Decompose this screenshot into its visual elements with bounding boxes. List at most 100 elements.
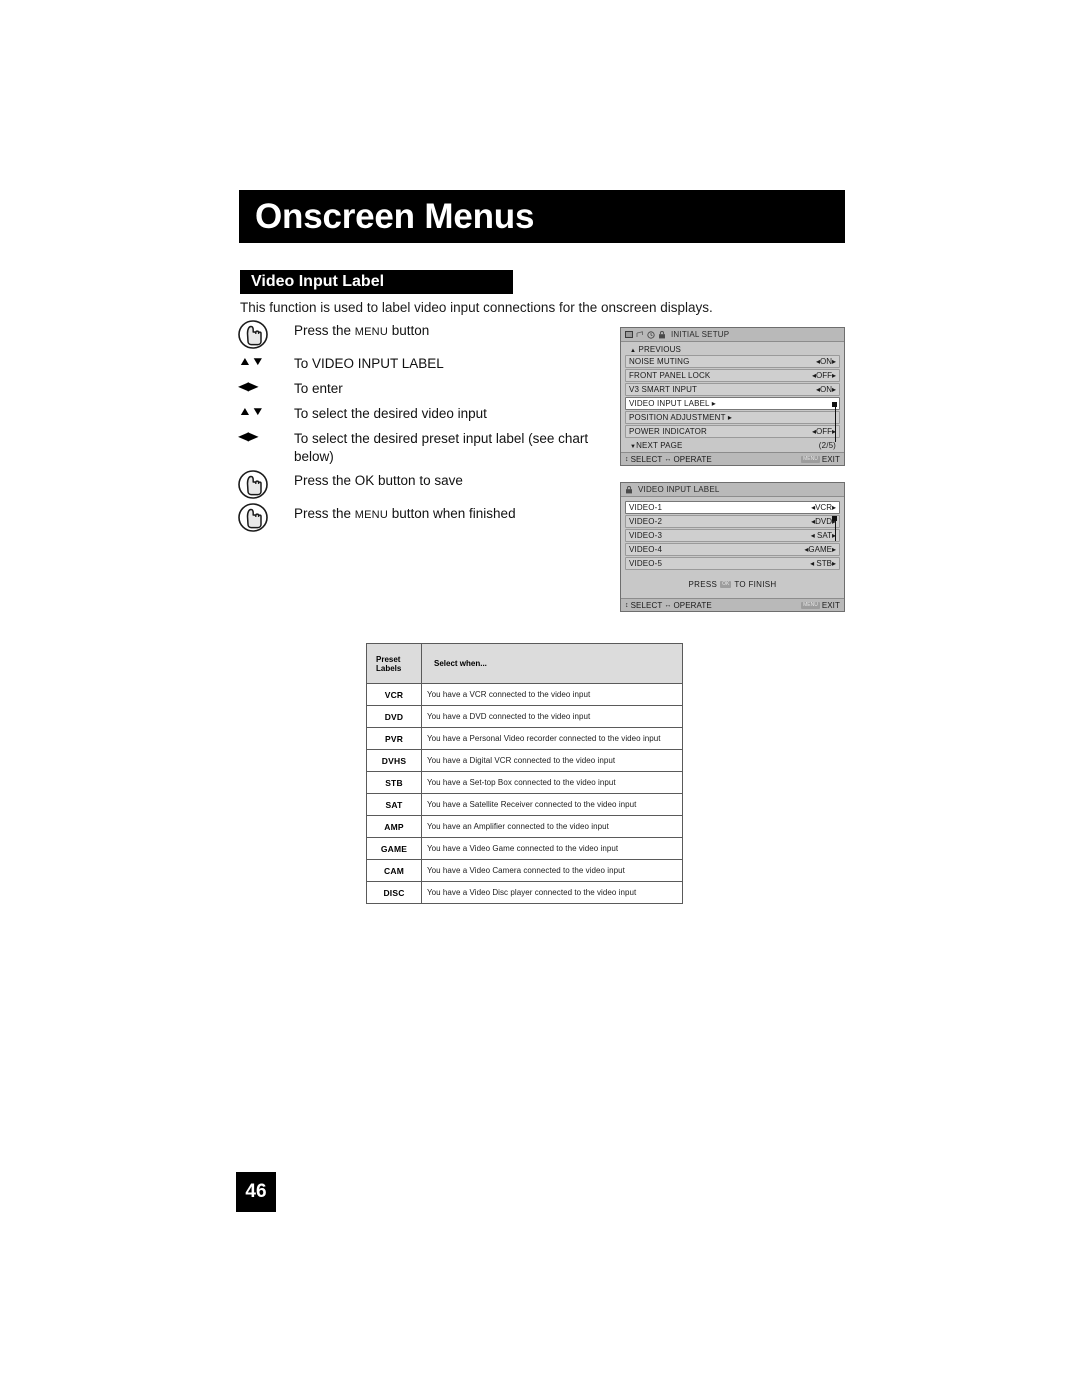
clock-icon	[647, 330, 655, 339]
preset-label: DISC	[366, 881, 422, 904]
preset-label: AMP	[366, 815, 422, 838]
table-row: GAME You have a Video Game connected to …	[366, 837, 683, 860]
step-label: To select the desired video input	[294, 406, 487, 421]
press-ok-to-finish-hint: PRESS OK TO FINISH	[688, 579, 777, 589]
step-label: Press the MENU button	[294, 323, 430, 338]
instruction-steps: Press the MENU button ▲▼ To VIDEO INPUT …	[238, 320, 618, 536]
up-down-arrows-icon: ▲▼	[238, 354, 265, 368]
selection-cursor-icon	[832, 402, 837, 407]
preset-description: You have a Video Camera connected to the…	[421, 859, 683, 882]
osd-header: VIDEO INPUT LABEL	[621, 483, 844, 497]
osd-footer-hints: ↕ SELECT ↔ OPERATE	[625, 454, 712, 464]
table-row: VCR You have a VCR connected to the vide…	[366, 683, 683, 706]
preset-description: You have a Satellite Receiver connected …	[421, 793, 683, 816]
left-right-arrows-icon: ◀▶	[238, 379, 259, 393]
left-right-arrows-icon: ◀▶	[238, 429, 259, 443]
menu-key-badge: MENU	[801, 455, 820, 463]
cursor-tail	[835, 405, 836, 442]
osd-row-value[interactable]: ◂OFF▸	[812, 427, 836, 436]
osd-row-label: VIDEO INPUT LABEL ▸	[629, 399, 716, 408]
preset-description: You have an Amplifier connected to the v…	[421, 815, 683, 838]
step-to-video-input-label: ▲▼ To VIDEO INPUT LABEL	[238, 353, 618, 378]
preset-label: STB	[366, 771, 422, 794]
cursor-tail	[835, 519, 836, 541]
osd-row-label: VIDEO-1	[629, 503, 663, 512]
table-row: CAM You have a Video Camera connected to…	[366, 859, 683, 882]
osd-row-label: NOISE MUTING	[629, 357, 690, 366]
setup-icon	[625, 485, 633, 494]
chapter-title-banner: Onscreen Menus	[239, 190, 845, 243]
osd-row-video-5[interactable]: VIDEO-5 ◂ STB▸	[625, 557, 840, 570]
osd-row-label: FRONT PANEL LOCK	[629, 371, 711, 380]
osd-initial-setup-panel: INITIAL SETUP ▲ PREVIOUS NOISE MUTING ◂O…	[620, 327, 845, 466]
next-page-nav[interactable]: ▼NEXT PAGE (2/5)	[625, 439, 840, 451]
osd-row-label: VIDEO-3	[629, 531, 663, 540]
step-press-menu: Press the MENU button	[238, 320, 618, 353]
preset-description: You have a DVD connected to the video in…	[421, 705, 683, 728]
osd-title: INITIAL SETUP	[671, 330, 730, 339]
table-row: PVR You have a Personal Video recorder c…	[366, 727, 683, 750]
osd-footer-exit[interactable]: MENU EXIT	[801, 601, 840, 610]
picture-icon	[625, 331, 633, 338]
step-label: Press the MENU button when finished	[294, 506, 516, 521]
osd-row-video-3[interactable]: VIDEO-3 ◂ SAT▸	[625, 529, 840, 542]
table-row: SAT You have a Satellite Receiver connec…	[366, 793, 683, 816]
preset-description: You have a VCR connected to the video in…	[421, 683, 683, 706]
osd-footer: ↕ SELECT ↔ OPERATE MENU EXIT	[621, 598, 844, 611]
osd-row-value[interactable]: ◂GAME▸	[804, 545, 836, 554]
hand-press-icon	[238, 503, 294, 532]
osd-row-v3-smart-input[interactable]: V3 SMART INPUT ◂ON▸	[625, 383, 840, 396]
osd-row-video-input-label[interactable]: VIDEO INPUT LABEL ▸	[625, 397, 840, 410]
step-select-video-input: ▲▼ To select the desired video input	[238, 403, 618, 428]
osd-row-value[interactable]: ◂ON▸	[816, 357, 836, 366]
osd-row-front-panel-lock[interactable]: FRONT PANEL LOCK ◂OFF▸	[625, 369, 840, 382]
up-down-icon: ↕	[625, 601, 629, 609]
left-right-icon: ↔	[664, 601, 672, 609]
osd-row-value[interactable]: ◂ STB▸	[810, 559, 836, 568]
step-label: To enter	[294, 381, 343, 396]
osd-row-video-2[interactable]: VIDEO-2 ◂DVD▸	[625, 515, 840, 528]
table-row: AMP You have an Amplifier connected to t…	[366, 815, 683, 838]
previous-page-nav[interactable]: ▲ PREVIOUS	[625, 343, 840, 355]
table-row: DVD You have a DVD connected to the vide…	[366, 705, 683, 728]
preset-label: DVHS	[366, 749, 422, 772]
hand-press-icon	[238, 320, 294, 349]
osd-row-value[interactable]: ◂ON▸	[816, 385, 836, 394]
osd-header: INITIAL SETUP	[621, 328, 844, 342]
setup-icon	[658, 330, 666, 339]
preset-description: You have a Personal Video recorder conne…	[421, 727, 683, 750]
table-header-row: Preset Labels Select when...	[366, 643, 683, 684]
column-header-preset-labels: Preset Labels	[366, 643, 422, 684]
osd-body: VIDEO-1 ◂VCR▸ VIDEO-2 ◂DVD▸ VIDEO-3 ◂ SA…	[621, 497, 844, 597]
table-row: STB You have a Set-top Box connected to …	[366, 771, 683, 794]
preset-description: You have a Video Disc player connected t…	[421, 881, 683, 904]
table-header: Preset Labels Select when...	[366, 643, 683, 684]
preset-label: CAM	[366, 859, 422, 882]
preset-labels-table: Preset Labels Select when... VCR You hav…	[366, 643, 683, 904]
step-label: To VIDEO INPUT LABEL	[294, 356, 444, 371]
osd-row-video-1[interactable]: VIDEO-1 ◂VCR▸	[625, 501, 840, 514]
page-indicator: (2/5)	[818, 440, 836, 450]
osd-title: VIDEO INPUT LABEL	[638, 485, 720, 494]
preset-description: You have a Video Game connected to the v…	[421, 837, 683, 860]
osd-row-video-4[interactable]: VIDEO-4 ◂GAME▸	[625, 543, 840, 556]
osd-row-label: VIDEO-5	[629, 559, 663, 568]
osd-row-label: POSITION ADJUSTMENT ▸	[629, 413, 733, 422]
column-header-select-when: Select when...	[421, 643, 683, 684]
ok-key-badge: OK	[720, 580, 732, 588]
preset-description: You have a Set-top Box connected to the …	[421, 771, 683, 794]
page-title: Onscreen Menus	[255, 197, 535, 236]
osd-row-position-adjustment[interactable]: POSITION ADJUSTMENT ▸	[625, 411, 840, 424]
osd-row-value[interactable]: ◂ SAT▸	[811, 531, 836, 540]
osd-row-label: POWER INDICATOR	[629, 427, 707, 436]
preset-label: SAT	[366, 793, 422, 816]
osd-row-value[interactable]: ◂VCR▸	[811, 503, 836, 512]
left-right-icon: ↔	[664, 455, 672, 463]
osd-footer-exit[interactable]: MENU EXIT	[801, 455, 840, 464]
selection-cursor-icon	[832, 516, 837, 521]
preset-label: VCR	[366, 683, 422, 706]
osd-row-power-indicator[interactable]: POWER INDICATOR ◂OFF▸	[625, 425, 840, 438]
step-label: Press the OK button to save	[294, 473, 463, 488]
osd-row-value[interactable]: ◂OFF▸	[812, 371, 836, 380]
osd-row-noise-muting[interactable]: NOISE MUTING ◂ON▸	[625, 355, 840, 368]
